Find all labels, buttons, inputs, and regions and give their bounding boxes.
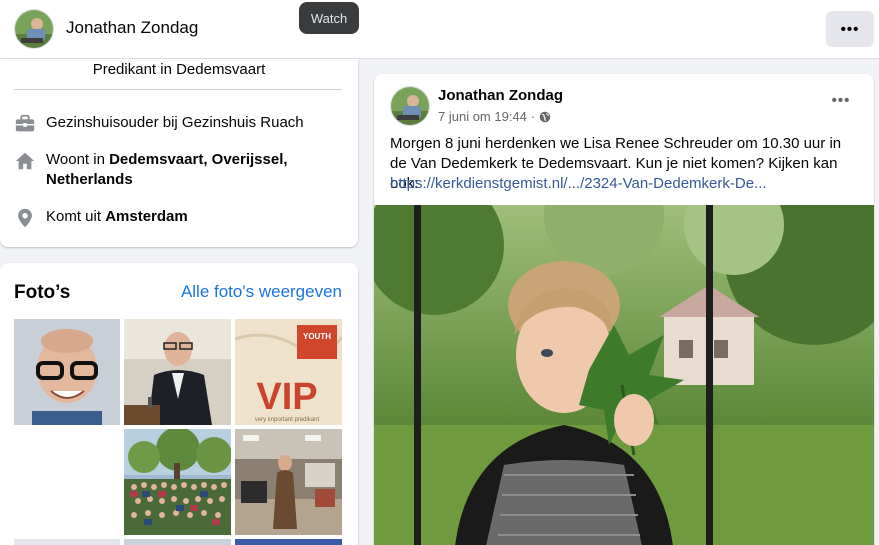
photo-thumbnail[interactable] <box>124 429 231 535</box>
photo-thumbnail[interactable] <box>14 319 120 425</box>
photos-title: Foto’s <box>14 282 71 303</box>
intro-lives-prefix: Woont in <box>46 151 110 168</box>
vip-text: VIP <box>256 376 317 418</box>
photo-thumbnail[interactable] <box>235 539 342 545</box>
photos-card: Foto’s Alle foto's weergeven YOUTH VIP v… <box>0 263 358 545</box>
post-date[interactable]: 7 juni om 19:44 <box>438 109 527 124</box>
youth-logo-text: YOUTH <box>303 332 331 341</box>
post-card: Jonathan Zondag 7 juni om 19:44 · ••• Mo… <box>374 74 874 545</box>
intro-work-row: Gezinshuisouder bij Gezinshuis Ruach <box>14 113 304 135</box>
more-options-button[interactable]: ••• <box>826 11 874 47</box>
photo-thumbnail[interactable]: YOUTH VIP very important predikant <box>235 319 342 425</box>
profile-avatar[interactable] <box>14 9 54 49</box>
photo-thumbnail[interactable] <box>124 319 231 425</box>
post-author-name[interactable]: Jonathan Zondag <box>438 87 563 104</box>
intro-card: Predikant in Dedemsvaart Gezinshuisouder… <box>0 59 358 247</box>
photo-thumbnail[interactable] <box>235 429 342 535</box>
post-link[interactable]: https://kerkdienstgemist.nl/.../2324-Van… <box>390 175 767 192</box>
intro-lives-place[interactable]: Dedemsvaart, Overijssel, <box>109 151 287 168</box>
profile-header-bar: Jonathan Zondag Watch ••• <box>0 0 879 59</box>
intro-work-text: Gezinshuisouder bij Gezinshuis Ruach <box>46 114 304 131</box>
photo-thumbnail[interactable] <box>14 539 120 545</box>
divider <box>14 89 342 90</box>
briefcase-icon <box>15 114 35 132</box>
photo-thumbnail[interactable] <box>14 429 120 535</box>
post-author-avatar[interactable] <box>390 86 430 126</box>
location-pin-icon <box>18 208 32 228</box>
intro-lives-row: Woont in Dedemsvaart, Overijssel, Nether… <box>14 150 288 190</box>
intro-from-place[interactable]: Amsterdam <box>105 208 188 225</box>
intro-role: Predikant in Dedemsvaart <box>92 61 266 78</box>
post-more-options-icon[interactable]: ••• <box>826 92 856 116</box>
photo-thumbnail[interactable] <box>124 539 231 545</box>
meta-separator: · <box>530 109 536 124</box>
post-meta: 7 juni om 19:44 · <box>438 109 551 124</box>
watch-tooltip: Watch <box>299 2 359 34</box>
intro-from-row: Komt uit Amsterdam <box>14 207 188 229</box>
profile-name[interactable]: Jonathan Zondag <box>66 18 198 38</box>
post-photo[interactable] <box>374 205 874 545</box>
see-all-photos-link[interactable]: Alle foto's weergeven <box>181 282 342 302</box>
intro-from-prefix: Komt uit <box>46 208 106 225</box>
home-icon <box>15 152 35 170</box>
globe-icon[interactable] <box>539 111 551 123</box>
intro-lives-country[interactable]: Netherlands <box>46 171 133 188</box>
more-icon: ••• <box>840 20 860 38</box>
vip-subtitle: very important predikant <box>255 417 320 423</box>
